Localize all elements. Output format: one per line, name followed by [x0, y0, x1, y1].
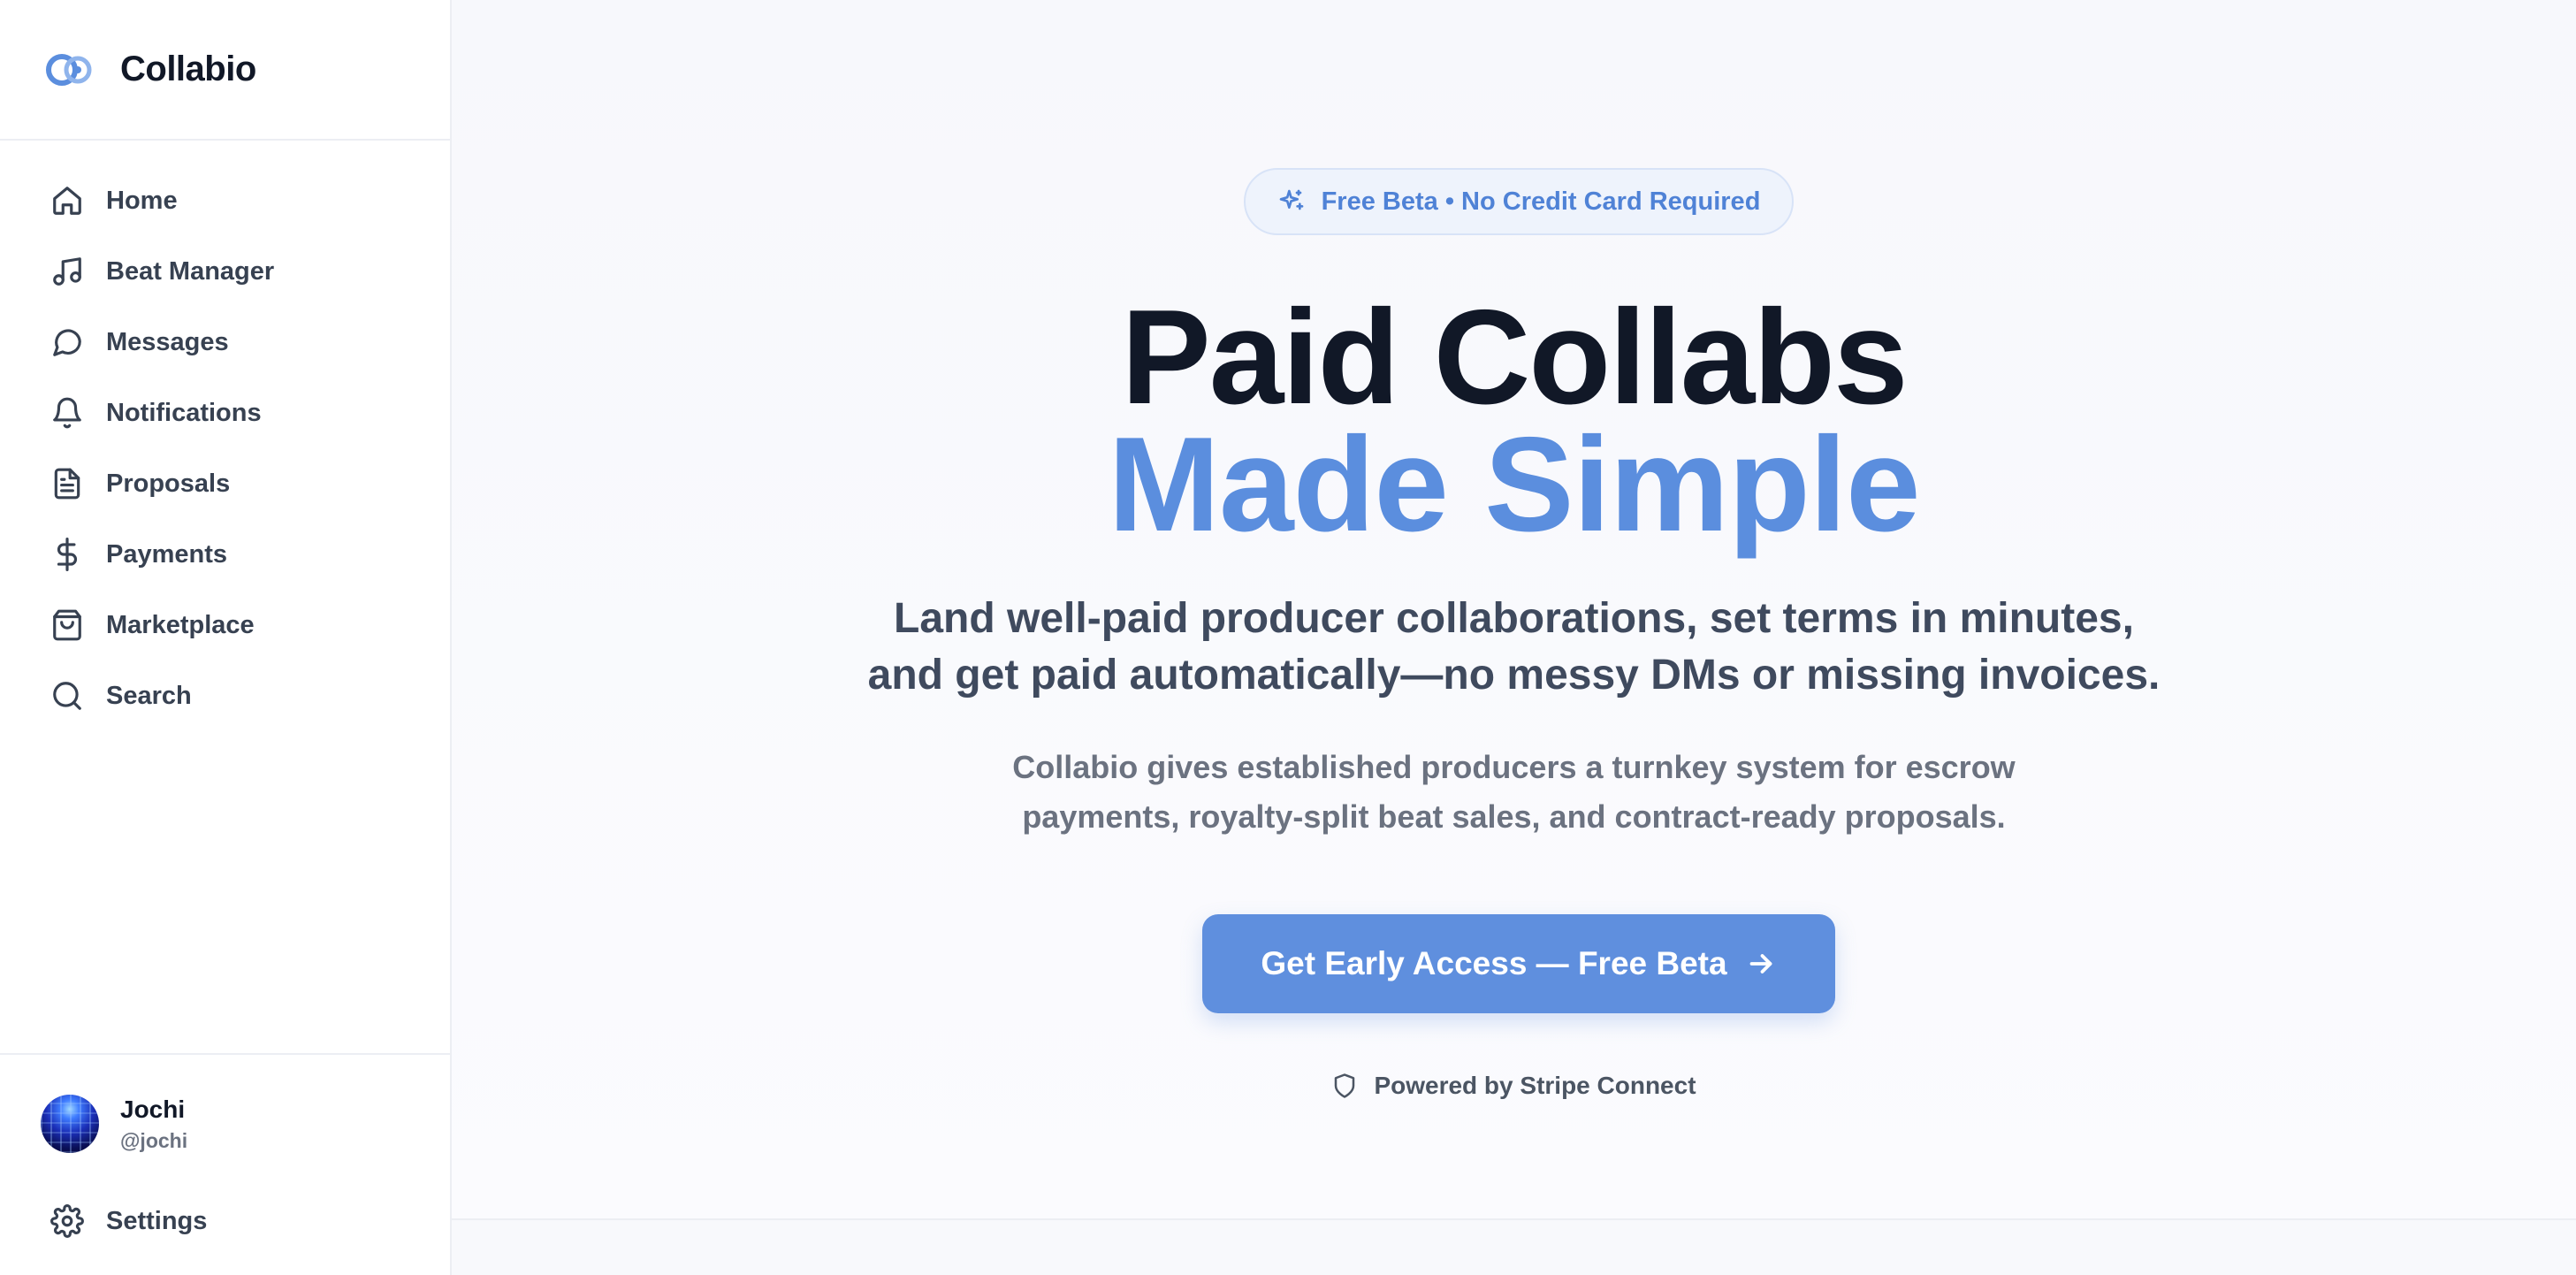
home-icon [50, 183, 85, 218]
bell-icon [50, 395, 85, 431]
sidebar-item-label: Payments [106, 539, 228, 569]
hero-description: Collabio gives established producers a t… [894, 743, 2134, 842]
settings-button[interactable]: Settings [0, 1186, 450, 1256]
sidebar-item-notifications[interactable]: Notifications [0, 378, 450, 448]
sidebar-item-payments[interactable]: Payments [0, 519, 450, 590]
sidebar-item-marketplace[interactable]: Marketplace [0, 590, 450, 660]
user-profile[interactable]: Jochi @jochi [0, 1062, 450, 1186]
music-note-icon [50, 254, 85, 289]
shield-icon [1335, 1073, 1355, 1098]
user-info: Jochi @jochi [120, 1096, 187, 1153]
description-line-2: payments, royalty-split beat sales, and … [1022, 798, 2006, 835]
document-icon [50, 466, 85, 501]
shopping-bag-icon [50, 607, 85, 643]
message-circle-icon [50, 324, 85, 360]
user-name: Jochi [120, 1095, 186, 1123]
subheadline-line-2: and get paid automatically—no messy DMs … [867, 652, 2161, 699]
dollar-icon [50, 537, 85, 572]
sidebar-item-label: Notifications [106, 398, 262, 427]
headline-primary: Paid Collabs [1121, 282, 1908, 432]
sidebar-item-beat-manager[interactable]: Beat Manager [0, 236, 450, 307]
avatar [41, 1095, 99, 1153]
sparkles-icon [1279, 189, 1303, 210]
search-icon [50, 678, 85, 714]
subheadline-line-1: Land well-paid producer collaborations, … [894, 595, 2134, 642]
user-handle: @jochi [120, 1128, 188, 1152]
get-early-access-button[interactable]: Get Early Access — Free Beta [1202, 914, 1835, 1013]
gear-icon [50, 1203, 85, 1239]
sidebar: Collabio Home Beat Manager Messages Noti… [0, 0, 452, 1275]
arrow-right-icon [1749, 954, 1772, 973]
sidebar-item-home[interactable]: Home [0, 165, 450, 236]
collabio-logo-icon [46, 53, 92, 86]
sidebar-item-label: Home [106, 186, 178, 215]
powered-by: Powered by Stripe Connect [452, 1072, 2576, 1100]
cta-label: Get Early Access — Free Beta [1261, 945, 1727, 981]
sidebar-nav: Home Beat Manager Messages Notifications… [0, 141, 450, 731]
sidebar-item-label: Messages [106, 327, 229, 356]
sidebar-item-label: Marketplace [106, 610, 255, 639]
beta-badge: Free Beta • No Credit Card Required [1244, 168, 1794, 235]
hero-section: Free Beta • No Credit Card Required Paid… [452, 0, 2576, 1220]
powered-by-text: Powered by Stripe Connect [1374, 1072, 1696, 1099]
sidebar-item-messages[interactable]: Messages [0, 307, 450, 378]
sidebar-item-label: Beat Manager [106, 256, 275, 286]
brand-header[interactable]: Collabio [0, 0, 450, 141]
sidebar-item-proposals[interactable]: Proposals [0, 448, 450, 519]
sidebar-item-label: Proposals [106, 469, 231, 498]
beta-badge-text: Free Beta • No Credit Card Required [1321, 187, 1761, 216]
hero-subheadline: Land well-paid producer collaborations, … [761, 591, 2267, 704]
description-line-1: Collabio gives established producers a t… [1012, 749, 2016, 785]
sidebar-item-label: Search [106, 681, 192, 710]
sidebar-item-search[interactable]: Search [0, 660, 450, 731]
settings-label: Settings [106, 1206, 208, 1235]
brand-name: Collabio [120, 50, 256, 88]
sidebar-footer: Jochi @jochi Settings [0, 1053, 450, 1275]
headline-accent: Made Simple [1108, 409, 1920, 560]
